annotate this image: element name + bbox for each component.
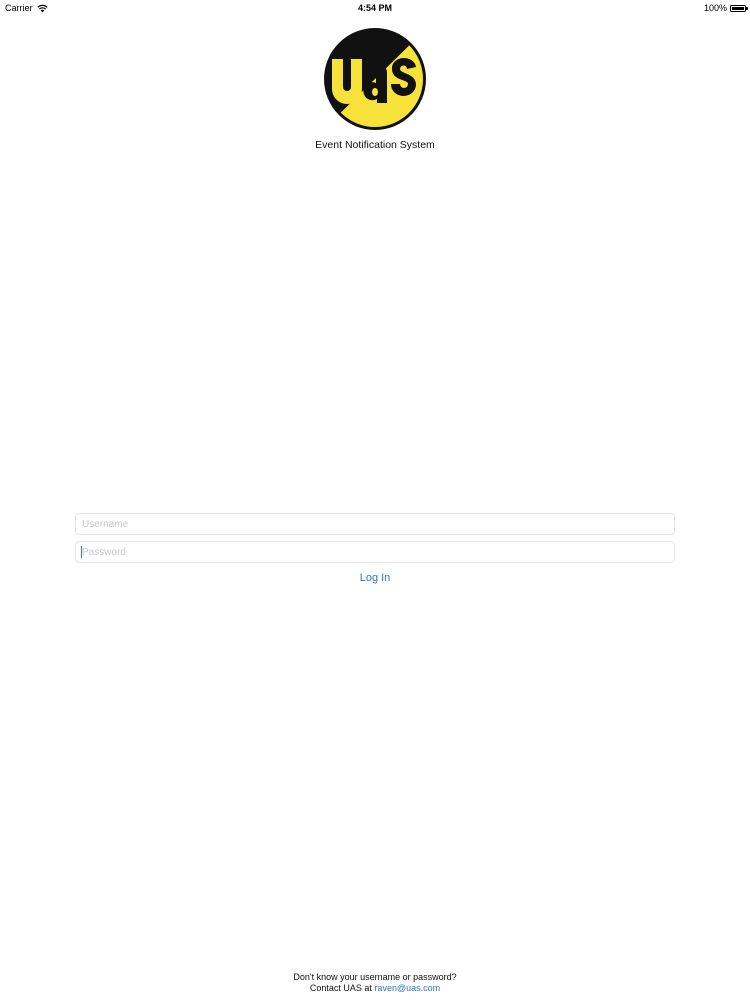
uas-logo: [322, 27, 428, 131]
status-right: 100%: [703, 3, 748, 13]
help-text: Don't know your username or password?: [293, 972, 457, 982]
battery-icon: [730, 4, 748, 12]
contact-prefix: Contact UAS at: [309, 983, 372, 993]
battery-percent: 100%: [703, 3, 727, 13]
contact-email-link[interactable]: raven@uas.com: [374, 983, 440, 993]
app-subtitle: Event Notification System: [315, 139, 435, 151]
login-form: Log In: [75, 513, 675, 584]
status-time: 4:54 PM: [357, 3, 392, 13]
log-in-button[interactable]: Log In: [360, 572, 391, 584]
username-field[interactable]: [75, 513, 675, 535]
password-field[interactable]: [75, 541, 675, 563]
help-footer: Don't know your username or password? Co…: [0, 972, 750, 994]
text-cursor: [81, 546, 82, 558]
password-wrapper: [75, 541, 675, 563]
contact-line: Contact UAS at raven@uas.com: [0, 983, 750, 994]
status-bar: Carrier 4:54 PM 100%: [0, 0, 750, 16]
